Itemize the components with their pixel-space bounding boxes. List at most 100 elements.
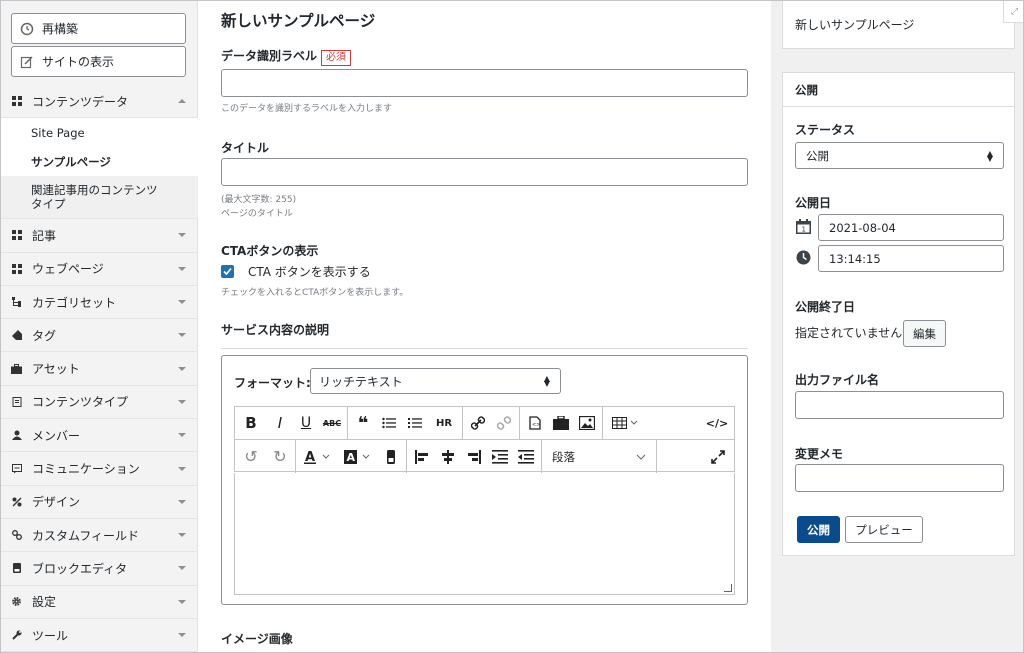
bullet-list-icon[interactable] — [376, 408, 402, 438]
sidebar-item-label: デザイン — [32, 495, 81, 510]
italic-icon[interactable]: I — [267, 408, 293, 438]
output-file-input[interactable] — [795, 391, 1004, 419]
rebuild-button[interactable]: 再構築 — [11, 13, 186, 44]
outdent-icon[interactable] — [513, 442, 539, 472]
title-heading: タイトル — [221, 141, 270, 155]
file-icon[interactable]: <> — [522, 408, 548, 438]
sidebar-item[interactable]: カスタムフィールド — [1, 519, 198, 553]
title-input[interactable] — [221, 158, 748, 186]
block-icon — [11, 563, 22, 574]
toolbar-separator — [602, 406, 603, 440]
right-panel: 新しいサンプルページ ⤢ 公開 ステータス 公開 ▲ ▼ 公開日 1 2021-0… — [771, 1, 1023, 652]
align-right-icon[interactable] — [461, 442, 487, 472]
sidebar-item-label: コンテンツタイプ — [32, 395, 129, 410]
toolbar-row-1: B I U ABC ❝ HR <> </> — [235, 406, 734, 440]
sidebar-item[interactable]: カテゴリセット — [1, 286, 198, 320]
numbered-list-icon[interactable] — [402, 408, 428, 438]
text-color-icon[interactable]: A — [298, 442, 338, 472]
edit-icon — [20, 55, 34, 69]
strikethrough-icon[interactable]: ABC — [319, 408, 345, 438]
indent-icon[interactable] — [487, 442, 513, 472]
sidebar-item[interactable]: ツール — [1, 619, 198, 652]
image-icon[interactable] — [574, 408, 600, 438]
sidebar-item-label: ツール — [32, 628, 69, 643]
chevron-down-icon — [178, 499, 186, 504]
align-center-icon[interactable] — [435, 442, 461, 472]
grid-icon — [11, 96, 22, 107]
briefcase-icon[interactable] — [548, 408, 574, 438]
view-site-button[interactable]: サイトの表示 — [11, 46, 186, 77]
bold-icon[interactable]: B — [235, 408, 267, 438]
sidebar-item[interactable]: デザイン — [1, 486, 198, 519]
cta-checkbox-label[interactable]: CTA ボタンを表示する — [248, 263, 371, 280]
status-select-value: 公開 — [806, 148, 829, 163]
calendar-icon: 1 — [796, 219, 811, 234]
fullscreen-icon[interactable] — [702, 442, 734, 472]
grid-icon — [11, 230, 22, 241]
publish-button[interactable]: 公開 — [797, 516, 840, 543]
tag-icon — [11, 330, 22, 341]
chevron-down-icon — [178, 233, 186, 238]
sidebar-item[interactable]: ウェブページ — [1, 253, 198, 286]
publish-date-input[interactable]: 2021-08-04 — [818, 214, 1004, 241]
preview-button[interactable]: プレビュー — [845, 516, 923, 543]
divider — [221, 348, 748, 349]
horizontal-rule-icon[interactable]: HR — [428, 408, 460, 438]
toolbar-separator — [541, 440, 542, 473]
redo-icon[interactable]: ↻ — [267, 442, 293, 472]
publish-time-input[interactable]: 13:14:15 — [818, 245, 1004, 272]
sidebar: 再構築 サイトの表示 コンテンツデータ Site Page サンプルページ 関連… — [1, 1, 198, 652]
blockquote-icon[interactable]: ❝ — [350, 408, 376, 438]
chevron-down-icon — [178, 300, 186, 305]
page-title: 新しいサンプルページ — [221, 12, 376, 30]
clear-format-icon[interactable] — [378, 442, 404, 472]
publish-box-heading: 公開 — [783, 73, 1014, 107]
sidebar-item[interactable]: 記事 — [1, 219, 198, 253]
chevron-down-icon — [178, 433, 186, 438]
sidebar-item[interactable]: コミュニケーション — [1, 452, 198, 486]
sidebar-item-content-data[interactable]: コンテンツデータ — [1, 85, 198, 119]
cta-heading: CTAボタンの表示 — [221, 244, 319, 258]
sidebar-item[interactable]: 設定 — [1, 586, 198, 619]
sidebar-item[interactable]: メンバー — [1, 419, 198, 453]
sidebar-subitem-sample-page[interactable]: サンプルページ — [1, 147, 198, 176]
editor-content-area[interactable] — [234, 473, 735, 595]
source-code-icon[interactable]: </> — [700, 408, 734, 438]
sidebar-subitem-related[interactable]: 関連記事用のコンテンツタイプ — [1, 176, 198, 220]
align-left-icon[interactable] — [409, 442, 435, 472]
underline-icon[interactable]: U — [293, 408, 319, 438]
chevron-down-icon — [178, 566, 186, 571]
sidebar-item-label: ブロックエディタ — [32, 561, 128, 576]
link-icon[interactable] — [465, 408, 491, 438]
memo-label: 変更メモ — [795, 447, 844, 461]
svg-text:<>: <> — [532, 422, 540, 428]
resize-handle-icon[interactable] — [724, 584, 732, 592]
sidebar-item[interactable]: アセット — [1, 352, 198, 386]
unlink-icon[interactable] — [491, 408, 517, 438]
chevron-down-icon — [178, 533, 186, 538]
paragraph-select[interactable]: 段落 — [544, 442, 654, 472]
toolbar-separator — [656, 440, 657, 473]
edit-end-date-button[interactable]: 編集 — [903, 320, 946, 347]
title-preview-text: 新しいサンプルページ — [795, 18, 915, 32]
sidebar-item[interactable]: タグ — [1, 319, 198, 353]
sidebar-item[interactable]: ブロックエディタ — [1, 552, 198, 586]
data-label-input[interactable] — [221, 69, 748, 97]
cta-checkbox[interactable] — [221, 265, 234, 278]
sidebar-item-label: 記事 — [32, 228, 57, 243]
document-icon — [11, 396, 22, 407]
select-arrows-icon: ▲ ▼ — [986, 149, 993, 163]
table-icon[interactable] — [605, 408, 645, 438]
status-select[interactable]: 公開 ▲ ▼ — [795, 142, 1004, 169]
background-color-icon[interactable]: A — [338, 442, 378, 472]
format-select[interactable]: リッチテキスト ▲ ▼ — [310, 368, 561, 394]
title-hint-desc: ページのタイトル — [221, 209, 293, 219]
sidebar-item-label: 設定 — [32, 595, 57, 610]
expand-icon[interactable]: ⤢ — [1003, 1, 1023, 23]
undo-icon[interactable]: ↺ — [235, 442, 267, 472]
memo-input[interactable] — [795, 464, 1004, 492]
sidebar-subitem-site-page[interactable]: Site Page — [1, 118, 198, 147]
chevron-down-icon — [178, 333, 186, 338]
sidebar-item[interactable]: コンテンツタイプ — [1, 386, 198, 420]
editor-toolbar: B I U ABC ❝ HR <> </> ↺ ↻ A A 段落 — [234, 406, 735, 473]
